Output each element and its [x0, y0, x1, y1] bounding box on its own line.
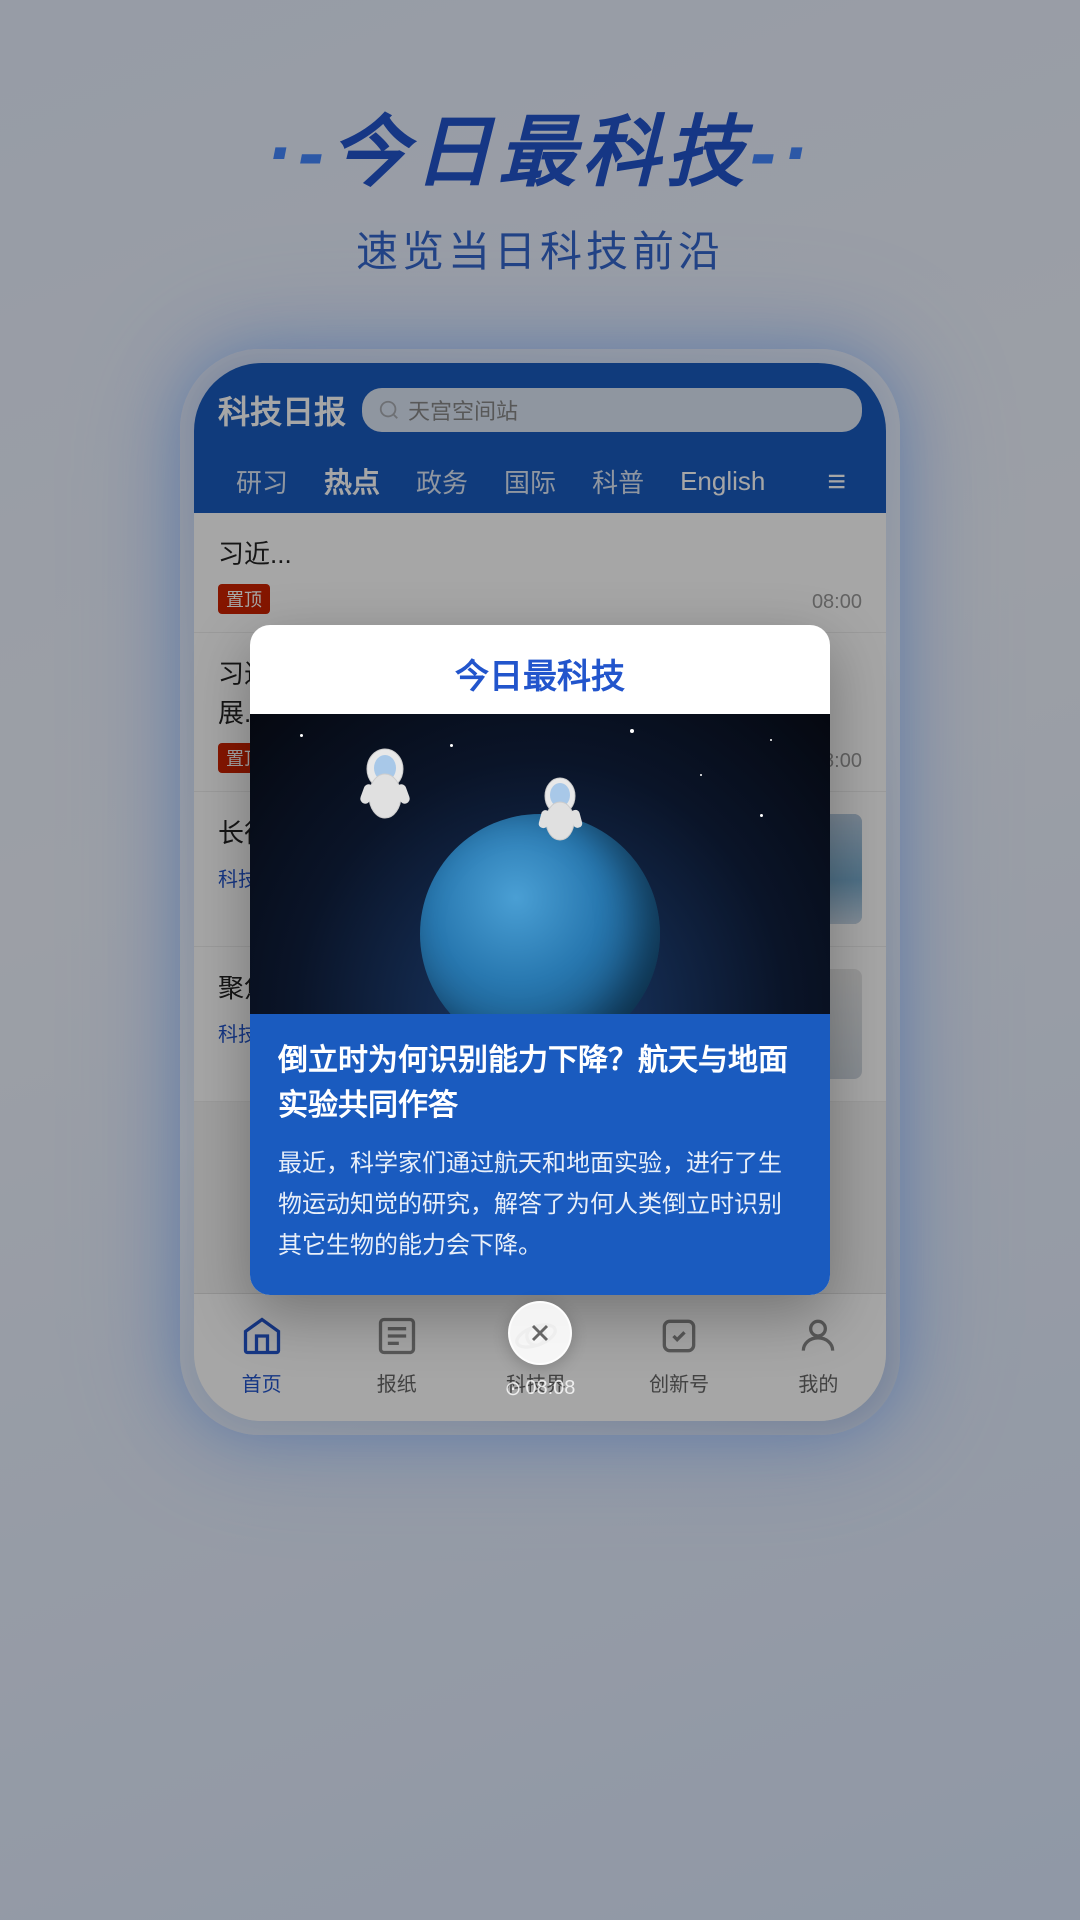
- star-1: [300, 734, 303, 737]
- phone-mockup: 科技日报 天宫空间站 研习 热点 政务 国际 科普 English ≡: [180, 349, 900, 1435]
- modal-close-time: ⊙ 08:08: [505, 1376, 576, 1401]
- clock-icon: ⊙: [505, 1376, 522, 1401]
- modal-image: [250, 714, 830, 1014]
- star-6: [700, 774, 702, 776]
- star-8: [770, 739, 772, 741]
- astronaut-1: [350, 744, 420, 836]
- modal-overlay[interactable]: 今日最科技: [194, 363, 886, 1421]
- close-icon: [526, 1319, 554, 1347]
- modal-body: 倒立时为何识别能力下降？航天与地面实验共同作答 最近，科学家们通过航天和地面实验…: [250, 1014, 830, 1294]
- modal-article-title: 倒立时为何识别能力下降？航天与地面实验共同作答: [278, 1038, 802, 1128]
- modal-title-bar: 今日最科技: [250, 625, 830, 714]
- close-time-value: 08:08: [525, 1377, 575, 1400]
- modal-article-desc: 最近，科学家们通过航天和地面实验，进行了生物运动知觉的研究，解答了为何人类倒立时…: [278, 1144, 802, 1266]
- modal-close-button[interactable]: [508, 1301, 572, 1365]
- astronaut-2: [530, 774, 590, 856]
- modal-wrapper: 今日最科技: [250, 625, 830, 1294]
- modal-title: 今日最科技: [274, 649, 806, 698]
- modal-card: 今日最科技: [250, 625, 830, 1294]
- space-background: [250, 714, 830, 1014]
- star-3: [450, 744, 453, 747]
- phone-screen: 科技日报 天宫空间站 研习 热点 政务 国际 科普 English ≡: [194, 363, 886, 1421]
- star-5: [630, 729, 634, 733]
- star-7: [760, 814, 763, 817]
